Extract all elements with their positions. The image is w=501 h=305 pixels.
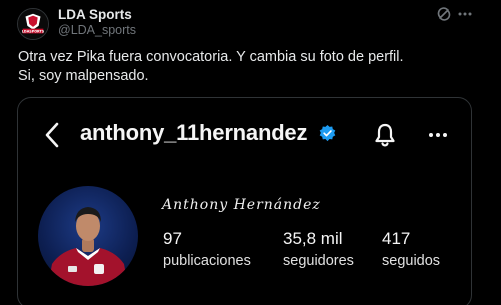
stat-posts: 97 publicaciones: [163, 229, 251, 271]
author-handle[interactable]: @LDA_sports: [58, 23, 136, 37]
followers-label: seguidores: [283, 253, 354, 269]
tweet-text-line-1: Otra vez Pika fuera convocatoria. Y camb…: [18, 49, 404, 65]
instagram-display-name: Anthony Hernández: [162, 197, 321, 213]
lda-sports-logo: LDASPORTS: [18, 9, 48, 39]
author-name[interactable]: LDA Sports: [58, 7, 132, 22]
followers-count: 35,8 mil: [283, 229, 343, 248]
author-avatar[interactable]: LDASPORTS: [17, 8, 49, 40]
ellipsis-icon: [429, 133, 447, 137]
bell-icon: [375, 123, 395, 147]
tweet: LDASPORTS LDA Sports @LDA_sports Otra ve…: [0, 0, 501, 305]
player-photo: [48, 207, 128, 286]
following-count: 417: [382, 229, 411, 248]
stat-following: 417 seguidos: [382, 229, 440, 271]
following-label: seguidos: [382, 253, 441, 269]
posts-label: publicaciones: [163, 253, 251, 269]
instagram-username: anthony_11hernandez: [80, 120, 308, 145]
chevron-left-icon: [45, 122, 59, 148]
instagram-profile-picture: [38, 186, 138, 286]
posts-count: 97: [163, 229, 182, 248]
tweet-text-line-2: Si, soy malpensado.: [18, 68, 149, 84]
verified-badge-icon: [319, 124, 336, 142]
avatar-logo-text: LDASPORTS: [22, 29, 45, 33]
stat-followers: 35,8 mil seguidores: [283, 229, 354, 271]
tweet-media-screenshot[interactable]: anthony_11hernandez Anthony Hernández 97…: [17, 97, 472, 305]
tweet-text: Otra vez Pika fuera convocatoria. Y camb…: [18, 48, 488, 86]
more-icon[interactable]: [456, 5, 474, 23]
grok-icon[interactable]: [436, 6, 452, 22]
